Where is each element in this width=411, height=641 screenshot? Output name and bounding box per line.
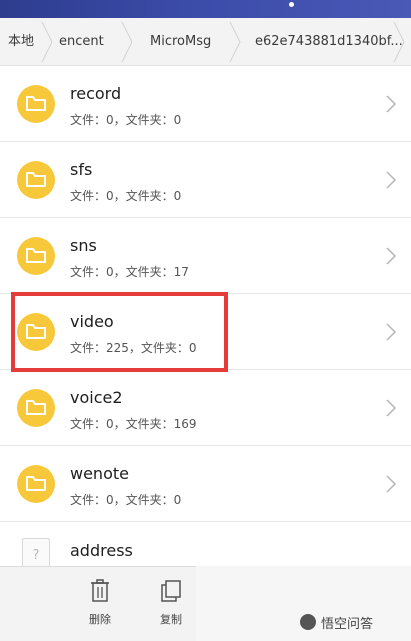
copy-icon (161, 580, 181, 602)
highlight-box (11, 292, 228, 372)
folder-name: wenote (70, 464, 129, 483)
chevron-right-icon (386, 323, 397, 341)
watermark-text: 悟空问答 (321, 616, 374, 632)
folder-name: voice2 (70, 388, 123, 407)
folder-icon (17, 85, 55, 123)
breadcrumb-separator-icon (229, 21, 241, 63)
breadcrumb-separator-icon (393, 21, 405, 63)
folder-row-sns[interactable]: sns 文件：0，文件夹：17 (0, 218, 411, 294)
folder-icon (17, 161, 55, 199)
breadcrumb-item-tencent[interactable]: encent (59, 18, 104, 65)
watermark-logo-icon (300, 614, 316, 630)
delete-button[interactable]: 删除 (70, 567, 130, 641)
breadcrumb-separator-icon (41, 21, 53, 63)
copy-button[interactable]: 复制 (141, 567, 201, 641)
folder-meta: 文件：0，文件夹：17 (70, 265, 189, 279)
folder-meta: 文件：0，文件夹：0 (70, 113, 182, 127)
folder-name: sns (70, 236, 97, 255)
folder-meta: 文件：0，文件夹：0 (70, 493, 182, 507)
chevron-right-icon (386, 95, 397, 113)
breadcrumb-item-current[interactable]: e62e743881d1340bf... (255, 18, 403, 65)
breadcrumb-item-local[interactable]: 本地 (8, 18, 34, 65)
file-name-address[interactable]: address (70, 541, 133, 560)
breadcrumb-item-micromsg[interactable]: MicroMsg (150, 18, 211, 65)
bottom-toolbar: 删除 复制 (0, 566, 196, 641)
folder-name: sfs (70, 160, 93, 179)
chevron-right-icon (386, 247, 397, 265)
trash-icon (91, 579, 109, 602)
copy-label: 复制 (160, 613, 182, 626)
breadcrumb-separator-icon (121, 21, 133, 63)
folder-meta: 文件：0，文件夹：169 (70, 417, 197, 431)
delete-label: 删除 (89, 613, 111, 626)
unknown-file-glyph: ? (32, 548, 40, 563)
chevron-right-icon (386, 475, 397, 493)
folder-row-sfs[interactable]: sfs 文件：0，文件夹：0 (0, 142, 411, 218)
folder-icon (17, 237, 55, 275)
breadcrumb: 本地 encent MicroMsg e62e743881d1340bf... (0, 18, 411, 66)
folder-row-wenote[interactable]: wenote 文件：0，文件夹：0 (0, 446, 411, 522)
status-bar (0, 0, 411, 18)
folder-meta: 文件：0，文件夹：0 (70, 189, 182, 203)
chevron-right-icon (386, 171, 397, 189)
folder-icon (17, 465, 55, 503)
folder-row-voice2[interactable]: voice2 文件：0，文件夹：169 (0, 370, 411, 446)
folder-name: record (70, 84, 122, 103)
folder-icon (17, 389, 55, 427)
chevron-right-icon (386, 399, 397, 417)
status-dot (289, 2, 294, 7)
watermark: 悟空问答 (300, 611, 373, 633)
folder-row-record[interactable]: record 文件：0，文件夹：0 (0, 66, 411, 142)
